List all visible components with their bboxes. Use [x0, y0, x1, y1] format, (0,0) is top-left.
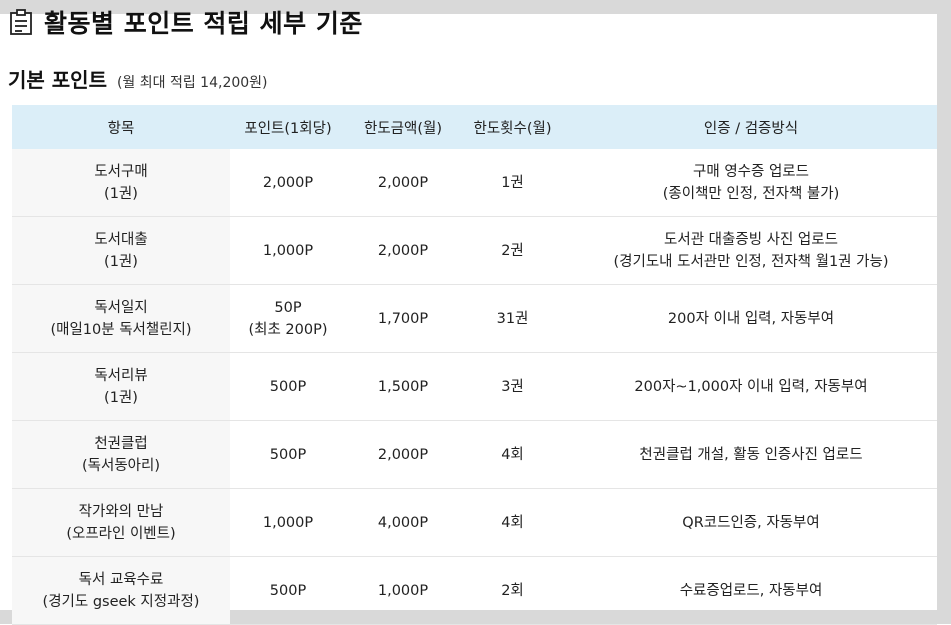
- section-title: 기본 포인트: [8, 68, 107, 92]
- cell-point: 1,000P: [230, 216, 346, 285]
- cell-point-line: 2,000P: [262, 174, 314, 191]
- cell-item: 천권클럽 (독서동아리): [12, 420, 230, 489]
- cell-limit-count: 4회: [460, 488, 565, 557]
- section-heading: 기본 포인트 (월 최대 적립 14,200원): [8, 64, 268, 93]
- cell-point: 500P: [230, 556, 346, 625]
- cell-limit-amount: 2,000P: [346, 420, 460, 489]
- table-row: 독서일지 (매일10분 독서챌린지) 50P (최초 200P) 1,700P 31권 20…: [12, 284, 937, 353]
- cell-method-line: 천권클럽 개설, 활동 인증사진 업로드: [639, 446, 863, 463]
- header-point: 포인트(1회당): [230, 105, 346, 149]
- cell-method-line: 도서관 대출증빙 사진 업로드: [664, 231, 838, 248]
- cell-point-line: 1,000P: [262, 242, 314, 259]
- cell-item-line: (1권): [104, 185, 138, 202]
- cell-method-line: (종이책만 인정, 전자책 불가): [662, 185, 840, 202]
- table-row: 독서리뷰 (1권) 500P 1,500P 3권 200자~1,000자 이내 입력, 자…: [12, 352, 937, 421]
- table-header-row: 항목 포인트(1회당) 한도금액(월) 한도횟수(월) 인증 / 검증방식: [12, 105, 937, 149]
- table-row: 천권클럽 (독서동아리) 500P 2,000P 4회 천권클럽 개설, 활동 인증사진 …: [12, 420, 937, 489]
- cell-item-line: 도서대출: [94, 231, 148, 248]
- cell-item-line: (독서동아리): [81, 457, 160, 474]
- cell-item-line: 독서일지: [94, 299, 148, 316]
- cell-limit-count: 1권: [460, 149, 565, 217]
- cell-point-line: 500P: [269, 582, 307, 599]
- cell-method: 천권클럽 개설, 활동 인증사진 업로드: [565, 420, 937, 489]
- cell-item-line: (1권): [104, 389, 138, 406]
- cell-limit-amount: 1,500P: [346, 352, 460, 421]
- cell-limit-count: 2권: [460, 216, 565, 285]
- cell-method-line: 200자~1,000자 이내 입력, 자동부여: [634, 378, 868, 395]
- cell-item-line: (1권): [104, 253, 138, 270]
- cell-method: 200자 이내 입력, 자동부여: [565, 284, 937, 353]
- page-title: 활동별 포인트 적립 세부 기준: [44, 9, 363, 38]
- cell-point-line: (최초 200P): [248, 321, 328, 338]
- cell-point: 1,000P: [230, 488, 346, 557]
- cell-limit-count: 31권: [460, 284, 565, 353]
- cell-item-line: 도서구매: [94, 163, 148, 180]
- page-title-row: 활동별 포인트 적립 세부 기준: [8, 4, 363, 40]
- cell-limit-amount: 4,000P: [346, 488, 460, 557]
- cell-method: 구매 영수증 업로드 (종이책만 인정, 전자책 불가): [565, 149, 937, 217]
- cell-method-line: QR코드인증, 자동부여: [682, 514, 820, 531]
- table-row: 독서 교육수료 (경기도 gseek 지정과정) 500P 1,000P 2회 수료증업로…: [12, 556, 937, 625]
- cell-item-line: 천권클럽: [94, 435, 148, 452]
- section-note: (월 최대 적립 14,200원): [116, 75, 268, 91]
- cell-limit-amount: 1,000P: [346, 556, 460, 625]
- cell-limit-count: 4회: [460, 420, 565, 489]
- cell-point-line: 500P: [269, 446, 307, 463]
- cell-item: 도서구매 (1권): [12, 149, 230, 217]
- cell-point-line: 50P: [274, 299, 302, 316]
- cell-limit-amount: 2,000P: [346, 216, 460, 285]
- cell-limit-amount: 1,700P: [346, 284, 460, 353]
- table-row: 작가와의 만남 (오프라인 이벤트) 1,000P 4,000P 4회 QR코드인증, 자…: [12, 488, 937, 557]
- cell-method: 도서관 대출증빙 사진 업로드 (경기도내 도서관만 인정, 전자책 월1권 가능…: [565, 216, 937, 285]
- cell-point: 500P: [230, 352, 346, 421]
- cell-item-line: 작가와의 만남: [78, 503, 164, 520]
- points-table: 항목 포인트(1회당) 한도금액(월) 한도횟수(월) 인증 / 검증방식 도서…: [12, 105, 937, 625]
- table-row: 도서대출 (1권) 1,000P 2,000P 2권 도서관 대출증빙 사진 업로드 (경기…: [12, 216, 937, 285]
- header-method: 인증 / 검증방식: [565, 105, 937, 149]
- cell-item: 독서리뷰 (1권): [12, 352, 230, 421]
- cell-item: 작가와의 만남 (오프라인 이벤트): [12, 488, 230, 557]
- header-item: 항목: [12, 105, 230, 149]
- cell-method-line: 수료증업로드, 자동부여: [679, 582, 823, 599]
- cell-point: 2,000P: [230, 149, 346, 217]
- frame-right: [937, 0, 951, 624]
- cell-item: 독서 교육수료 (경기도 gseek 지정과정): [12, 556, 230, 625]
- cell-method-line: (경기도내 도서관만 인정, 전자책 월1권 가능): [613, 253, 889, 270]
- table-row: 도서구매 (1권) 2,000P 2,000P 1권 구매 영수증 업로드 (종이책만 인정…: [12, 149, 937, 217]
- cell-method-line: 구매 영수증 업로드: [693, 163, 809, 180]
- cell-limit-count: 3권: [460, 352, 565, 421]
- cell-point-line: 500P: [269, 378, 307, 395]
- cell-item: 독서일지 (매일10분 독서챌린지): [12, 284, 230, 353]
- cell-item-line: (매일10분 독서챌린지): [50, 321, 192, 338]
- clipboard-icon: [10, 9, 32, 35]
- cell-point: 50P (최초 200P): [230, 284, 346, 353]
- cell-item-line: (경기도 gseek 지정과정): [42, 593, 200, 610]
- cell-method: 수료증업로드, 자동부여: [565, 556, 937, 625]
- header-limit-count: 한도횟수(월): [460, 105, 565, 149]
- cell-item-line: 독서 교육수료: [78, 571, 164, 588]
- cell-point: 500P: [230, 420, 346, 489]
- cell-item-line: 독서리뷰: [94, 367, 148, 384]
- cell-method: QR코드인증, 자동부여: [565, 488, 937, 557]
- cell-item: 도서대출 (1권): [12, 216, 230, 285]
- cell-limit-amount: 2,000P: [346, 149, 460, 217]
- header-limit-amount: 한도금액(월): [346, 105, 460, 149]
- cell-method: 200자~1,000자 이내 입력, 자동부여: [565, 352, 937, 421]
- cell-method-line: 200자 이내 입력, 자동부여: [667, 310, 835, 327]
- cell-point-line: 1,000P: [262, 514, 314, 531]
- cell-item-line: (오프라인 이벤트): [66, 525, 176, 542]
- cell-limit-count: 2회: [460, 556, 565, 625]
